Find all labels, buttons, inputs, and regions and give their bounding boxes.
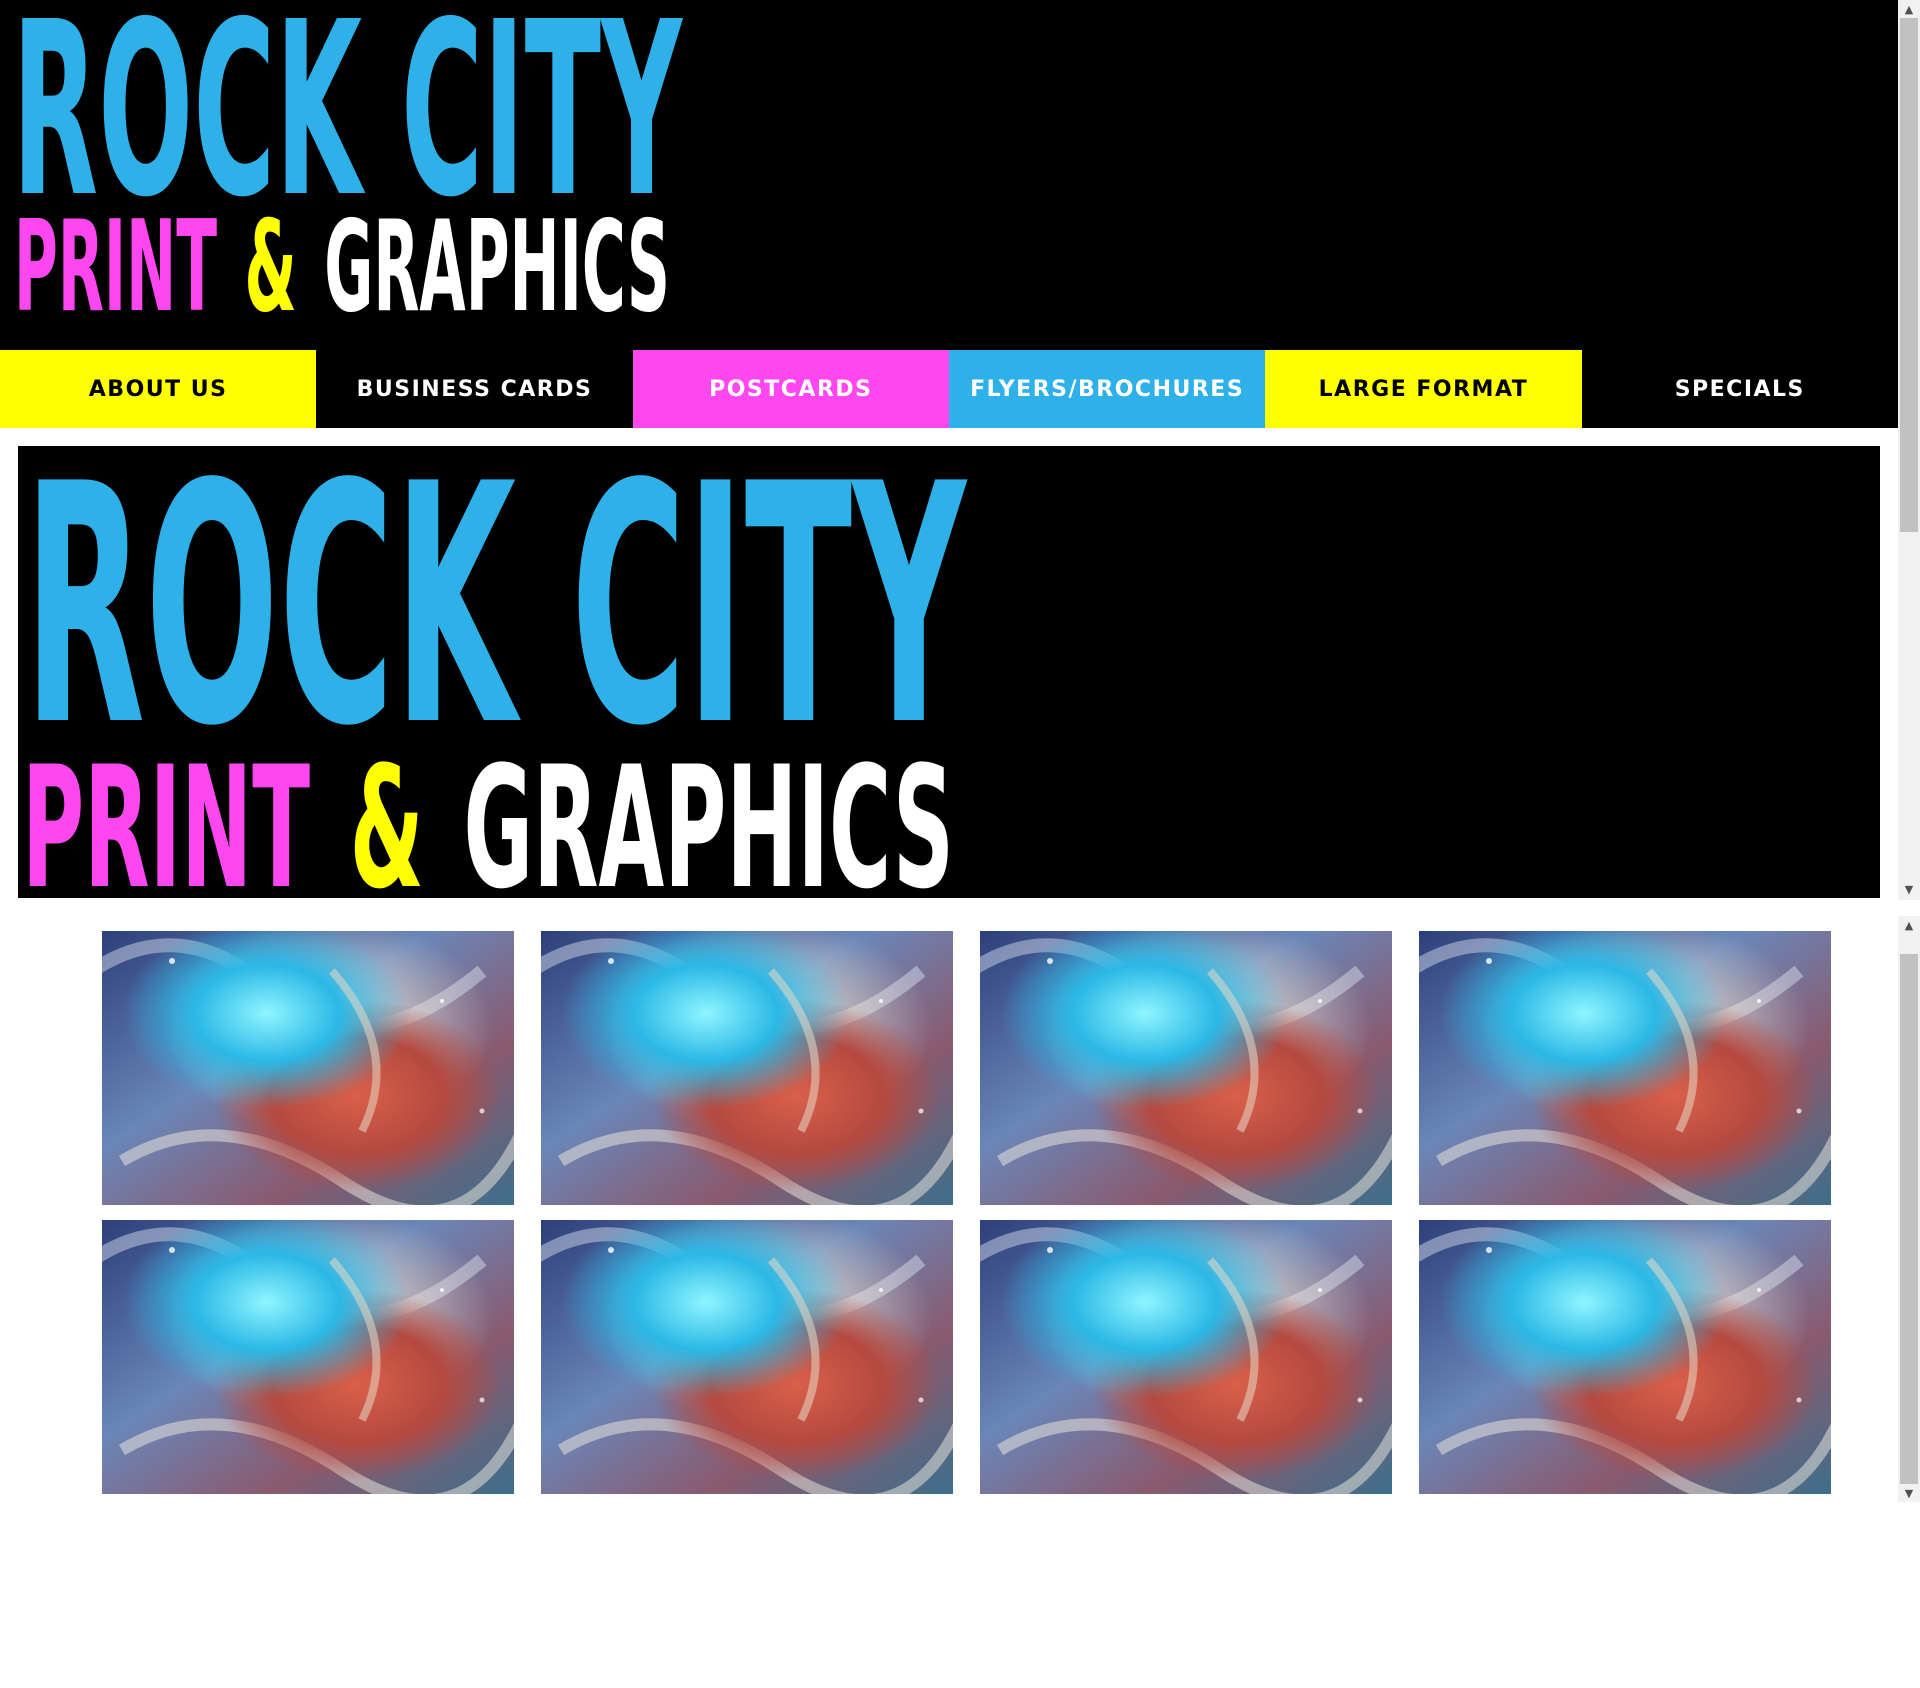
gallery-tile[interactable] [1419, 931, 1831, 1205]
gallery-tile[interactable] [541, 931, 953, 1205]
logo-graphics: GRAPHICS [324, 193, 670, 330]
logo-ampersand: & [245, 193, 297, 330]
nav-specials[interactable]: SPECIALS [1581, 350, 1898, 428]
abstract-cosmic-art-image [541, 1220, 953, 1494]
nav-flyers-brochures-label: FLYERS/BROCHURES [970, 376, 1245, 402]
gallery-tile[interactable] [541, 1220, 953, 1494]
gallery-grid [102, 931, 1831, 1494]
site-logo[interactable]: ROCK CITY PRINT & GRAPHICS [0, 0, 700, 340]
hero-logo-print: PRINT [22, 730, 310, 898]
nav-postcards[interactable]: POSTCARDS [632, 350, 949, 428]
nav-large-format[interactable]: LARGE FORMAT [1265, 350, 1582, 428]
hero-logo: ROCK CITY PRINT & GRAPHICS [22, 446, 968, 898]
abstract-cosmic-art-image [102, 931, 514, 1205]
abstract-cosmic-art-image [1419, 931, 1831, 1205]
gallery-tile[interactable] [102, 931, 514, 1205]
gallery-tile[interactable] [980, 931, 1392, 1205]
header-banner: ROCK CITY PRINT & GRAPHICS [0, 0, 1898, 350]
hero-scroll-up-arrow[interactable]: ▲ [1898, 0, 1920, 18]
nav-business-cards[interactable]: BUSINESS CARDS [316, 350, 633, 428]
hero-frame: ROCK CITY PRINT & GRAPHICS [18, 446, 1880, 898]
gallery-tile[interactable] [102, 1220, 514, 1494]
nav-postcards-label: POSTCARDS [709, 376, 873, 402]
abstract-cosmic-art-image [102, 1220, 514, 1494]
svg-text:PRINT & GRAPHICS: PRINT & GRAPHICS [14, 193, 670, 330]
abstract-cosmic-art-image [1419, 1220, 1831, 1494]
hero-logo-graphics: GRAPHICS [463, 730, 954, 898]
abstract-cosmic-art-image [980, 1220, 1392, 1494]
gallery-scrollbar[interactable]: ▲ ▼ [1898, 916, 1920, 1502]
main-nav: ABOUT US BUSINESS CARDS POSTCARDS FLYERS… [0, 350, 1898, 428]
nav-business-cards-label: BUSINESS CARDS [356, 376, 593, 402]
nav-specials-label: SPECIALS [1674, 376, 1805, 402]
hero-scrollbar[interactable]: ▲ ▼ [1898, 0, 1920, 900]
svg-text:PRINT & GRAPHICS: PRINT & GRAPHICS [22, 730, 954, 898]
gallery-scroll-thumb[interactable] [1900, 954, 1918, 1484]
hero-scroll-thumb[interactable] [1900, 18, 1918, 532]
abstract-cosmic-art-image [980, 931, 1392, 1205]
gallery-scroll-up-arrow[interactable]: ▲ [1898, 916, 1920, 934]
nav-about-us[interactable]: ABOUT US [0, 350, 317, 428]
logo-print: PRINT [14, 193, 217, 330]
hero-logo-ampersand: & [350, 730, 424, 898]
nav-about-us-label: ABOUT US [88, 376, 228, 402]
abstract-cosmic-art-image [541, 931, 953, 1205]
hero-scroll-down-arrow[interactable]: ▼ [1898, 880, 1920, 898]
nav-large-format-label: LARGE FORMAT [1318, 376, 1529, 402]
gallery-tile[interactable] [980, 1220, 1392, 1494]
gallery-scroll-down-arrow[interactable]: ▼ [1898, 1484, 1920, 1502]
nav-flyers-brochures[interactable]: FLYERS/BROCHURES [948, 350, 1266, 428]
gallery-tile[interactable] [1419, 1220, 1831, 1494]
